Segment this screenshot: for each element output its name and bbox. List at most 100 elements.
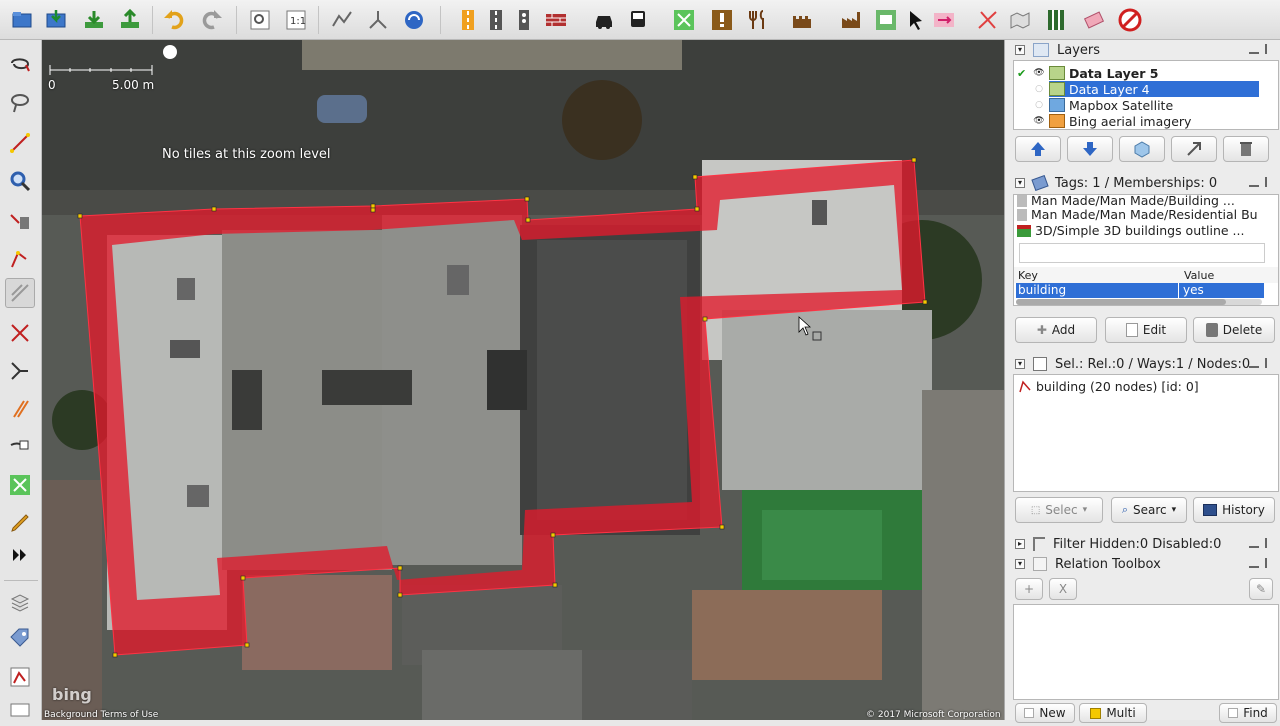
pin-icon[interactable] bbox=[1249, 558, 1259, 568]
horizontal-scrollbar[interactable] bbox=[1016, 299, 1262, 305]
relation-toolbox-header[interactable]: ▾ Relation Toolbox bbox=[1005, 554, 1280, 574]
wastewater-preset-icon[interactable] bbox=[872, 6, 900, 34]
industrial-preset-icon[interactable] bbox=[838, 6, 866, 34]
visibility-eye-icon[interactable]: 👁 bbox=[1029, 116, 1049, 126]
save-icon[interactable] bbox=[42, 6, 70, 34]
traffic-preset-icon[interactable] bbox=[510, 6, 538, 34]
merge-layer-button[interactable] bbox=[1171, 136, 1217, 162]
close-icon[interactable] bbox=[1265, 558, 1275, 568]
preferences-icon[interactable] bbox=[246, 6, 274, 34]
edit-relation-button[interactable]: ✎ bbox=[1249, 578, 1273, 600]
align-line-icon[interactable] bbox=[5, 430, 35, 460]
zoom-icon[interactable] bbox=[5, 166, 35, 196]
history-button[interactable]: History bbox=[1193, 497, 1275, 523]
road-preset-icon[interactable] bbox=[454, 6, 482, 34]
collapse-icon[interactable]: ▾ bbox=[1015, 45, 1025, 55]
redo-icon[interactable] bbox=[198, 6, 226, 34]
tag-row[interactable]: building yes bbox=[1016, 283, 1264, 298]
layer-list-icon[interactable] bbox=[5, 588, 35, 618]
more-tools-icon[interactable] bbox=[5, 540, 35, 570]
activate-layer-button[interactable] bbox=[1119, 136, 1165, 162]
move-down-button[interactable] bbox=[1067, 136, 1113, 162]
pencil-icon[interactable] bbox=[5, 508, 35, 538]
download-icon[interactable] bbox=[80, 6, 108, 34]
collapse-icon[interactable]: ▾ bbox=[1015, 359, 1025, 369]
add-relation-member-button[interactable]: + bbox=[1015, 578, 1043, 600]
layer-row[interactable]: ✔ 👁 Data Layer 5 bbox=[1014, 65, 1278, 81]
close-icon[interactable] bbox=[1265, 177, 1275, 187]
preset-link[interactable]: Man Made/Man Made/Building ... bbox=[1017, 195, 1235, 208]
background-terms-link[interactable]: Background Terms of Use bbox=[44, 710, 158, 720]
search-button[interactable]: ⌕ Searc ▾ bbox=[1111, 497, 1187, 523]
layer-row[interactable]: 👁 Bing aerial imagery bbox=[1014, 113, 1278, 129]
map-view[interactable]: 0 5.00 m No tiles at this zoom level bin… bbox=[42, 40, 1004, 720]
new-relation-button[interactable]: New bbox=[1015, 703, 1075, 723]
layer-row[interactable]: ○ Mapbox Satellite bbox=[1014, 97, 1278, 113]
edit-tag-button[interactable]: Edit bbox=[1105, 317, 1187, 343]
draw-line-icon[interactable] bbox=[5, 128, 35, 158]
zoom-data-icon[interactable]: 1:1 bbox=[282, 6, 310, 34]
split-tool-icon[interactable] bbox=[930, 6, 958, 34]
lasso-icon[interactable] bbox=[5, 88, 35, 118]
close-icon[interactable] bbox=[1265, 538, 1275, 548]
tag-value[interactable]: yes bbox=[1178, 283, 1204, 298]
layers-header[interactable]: ▾ Layers bbox=[1005, 40, 1280, 60]
collapse-icon[interactable]: ▾ bbox=[1015, 559, 1025, 569]
warning-preset-icon[interactable] bbox=[708, 6, 736, 34]
upload-icon[interactable] bbox=[116, 6, 144, 34]
add-tag-button[interactable]: ✚ Add bbox=[1015, 317, 1097, 343]
pin-icon[interactable] bbox=[1249, 177, 1259, 187]
relation-list-icon[interactable] bbox=[5, 696, 35, 726]
layer-row[interactable]: ○ Data Layer 4 bbox=[1014, 81, 1278, 97]
barrier-preset-icon[interactable] bbox=[542, 6, 570, 34]
find-relation-button[interactable]: Find bbox=[1219, 703, 1277, 723]
parallel-tool-icon[interactable] bbox=[5, 278, 35, 308]
expand-icon[interactable]: ▸ bbox=[1015, 539, 1025, 549]
align-circle-icon[interactable] bbox=[5, 394, 35, 424]
pin-icon[interactable] bbox=[1249, 538, 1259, 548]
visibility-eye-icon[interactable]: 👁 bbox=[1029, 68, 1049, 78]
open-file-icon[interactable] bbox=[8, 6, 36, 34]
filter-header[interactable]: ▸ Filter Hidden:0 Disabled:0 bbox=[1005, 534, 1280, 554]
visibility-eye-icon[interactable]: ○ bbox=[1029, 100, 1049, 110]
rail-preset-icon[interactable] bbox=[1042, 6, 1070, 34]
selection-list-icon[interactable] bbox=[5, 662, 35, 692]
highway-preset-icon[interactable] bbox=[482, 6, 510, 34]
pin-icon[interactable] bbox=[1249, 358, 1259, 368]
extrude-icon[interactable] bbox=[5, 244, 35, 274]
visibility-eye-icon[interactable]: ○ bbox=[1029, 84, 1049, 94]
preset-search-input[interactable] bbox=[1019, 243, 1265, 263]
preset-link[interactable]: Man Made/Man Made/Residential Bu bbox=[1017, 207, 1258, 222]
select-tool-icon[interactable] bbox=[902, 6, 930, 34]
ticket-preset-icon[interactable] bbox=[1080, 6, 1108, 34]
close-icon[interactable] bbox=[1265, 44, 1275, 54]
combine-way-icon[interactable] bbox=[364, 6, 392, 34]
move-up-button[interactable] bbox=[1015, 136, 1061, 162]
reverse-way-icon[interactable] bbox=[400, 6, 428, 34]
restaurant-preset-icon[interactable] bbox=[744, 6, 772, 34]
collapse-icon[interactable]: ▾ bbox=[1015, 178, 1025, 188]
remove-relation-member-button[interactable]: X bbox=[1049, 578, 1077, 600]
multipolygon-button[interactable]: Multi bbox=[1079, 703, 1147, 723]
improve-way-icon[interactable] bbox=[5, 318, 35, 348]
delete-layer-button[interactable] bbox=[1223, 136, 1269, 162]
selection-item[interactable]: building (20 nodes) [id: 0] bbox=[1018, 379, 1199, 394]
split-way-icon[interactable] bbox=[5, 356, 35, 386]
node-preset-icon[interactable] bbox=[670, 6, 698, 34]
map-paint-icon[interactable] bbox=[1006, 6, 1034, 34]
tag-icon[interactable] bbox=[5, 624, 35, 654]
selection-header[interactable]: ▾ Sel.: Rel.:0 / Ways:1 / Nodes:0 bbox=[1005, 354, 1280, 374]
delete-tool-icon[interactable] bbox=[5, 206, 35, 236]
orthogonalize-icon[interactable] bbox=[5, 470, 35, 500]
bus-preset-icon[interactable] bbox=[624, 6, 652, 34]
close-icon[interactable] bbox=[1265, 358, 1275, 368]
select-button[interactable]: ⬚ Selec ▾ bbox=[1015, 497, 1103, 523]
draw-way-icon[interactable] bbox=[974, 6, 1002, 34]
lasso-select-icon[interactable] bbox=[5, 50, 35, 80]
delete-tag-button[interactable]: Delete bbox=[1193, 317, 1275, 343]
undo-icon[interactable] bbox=[160, 6, 188, 34]
simplify-way-icon[interactable] bbox=[328, 6, 356, 34]
castle-preset-icon[interactable] bbox=[788, 6, 816, 34]
tag-key[interactable]: building bbox=[1018, 283, 1066, 297]
preset-link[interactable]: 3D/Simple 3D buildings outline ... bbox=[1017, 223, 1244, 238]
